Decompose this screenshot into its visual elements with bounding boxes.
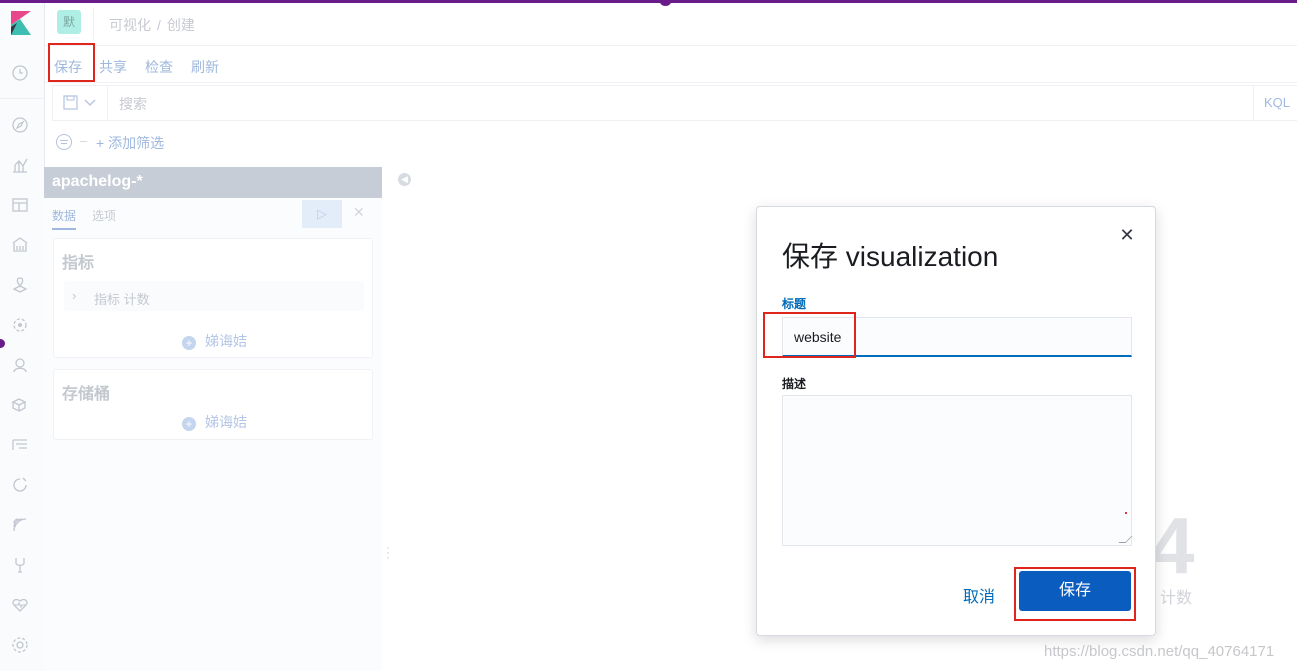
- header-divider: [93, 7, 94, 39]
- menu-share[interactable]: 共享: [99, 57, 127, 77]
- tab-data[interactable]: 数据: [52, 207, 77, 230]
- infrastructure-icon[interactable]: [11, 396, 29, 414]
- buckets-title: 存储桶: [62, 386, 111, 403]
- filter-options-icon[interactable]: [56, 134, 72, 150]
- save-disk-icon: [63, 95, 96, 110]
- vis-editor-sidebar: apachelog-* 数据 选项 ▷ ✕ 指标 › 指标 计数 + 娣诲姞 存储…: [44, 167, 382, 671]
- close-icon[interactable]: ✕: [1119, 226, 1135, 244]
- cancel-button[interactable]: 取消: [963, 583, 995, 607]
- description-field-label: 描述: [782, 377, 807, 391]
- clock-icon[interactable]: [11, 64, 29, 82]
- nav-divider: [0, 98, 45, 99]
- metric-value: 4: [1150, 501, 1195, 590]
- query-bar-divider: [107, 86, 108, 120]
- breadcrumb: 可视化 / 创建: [109, 15, 201, 35]
- spellcheck-mark: [1125, 512, 1127, 514]
- kql-toggle[interactable]: KQL: [1253, 86, 1297, 120]
- add-bucket-label: 娣诲姞: [205, 414, 247, 430]
- editor-tabs: 数据 选项 ▷ ✕: [44, 198, 382, 230]
- breadcrumb-separator: /: [157, 17, 161, 33]
- chevron-left-icon[interactable]: ◀: [398, 173, 411, 186]
- maps-icon[interactable]: [11, 276, 29, 294]
- save-visualization-modal: ✕ 保存 visualization 标题 website 描述 取消 保存: [756, 206, 1156, 636]
- menu-refresh[interactable]: 刷新: [191, 57, 219, 77]
- apply-changes-button[interactable]: ▷: [302, 200, 342, 228]
- dev-tools-icon[interactable]: [11, 556, 29, 574]
- dashboard-icon[interactable]: [11, 196, 29, 214]
- highlight-box-title: [763, 312, 856, 358]
- add-metric-button[interactable]: + 娣诲姞: [182, 331, 247, 351]
- title-field-label: 标题: [782, 297, 807, 311]
- description-field[interactable]: [782, 395, 1133, 546]
- add-bucket-button[interactable]: + 娣诲姞: [182, 412, 247, 432]
- top-menu: 保存 共享 检查 刷新: [45, 43, 1297, 83]
- monitoring-icon[interactable]: [11, 596, 29, 614]
- close-icon: ✕: [353, 204, 365, 220]
- plus-circle-icon: +: [182, 336, 196, 350]
- search-input[interactable]: 搜索: [119, 94, 147, 114]
- resize-handle[interactable]: · · ·: [386, 541, 390, 563]
- metric-item-label: 指标 计数: [94, 292, 150, 307]
- index-pattern-title: apachelog-*: [44, 167, 382, 198]
- ml-icon[interactable]: [11, 316, 29, 334]
- chevron-right-icon[interactable]: ›: [72, 288, 76, 303]
- modal-title: 保存 visualization: [782, 241, 999, 272]
- breadcrumb-visualize[interactable]: 可视化: [109, 17, 151, 33]
- visualize-icon[interactable]: [11, 156, 29, 174]
- buckets-section: 存储桶 + 娣诲姞: [53, 369, 373, 440]
- play-icon: ▷: [317, 206, 327, 221]
- metric-label: 计数: [1160, 590, 1193, 607]
- menu-inspect[interactable]: 检查: [145, 57, 173, 77]
- gear-icon[interactable]: [11, 636, 29, 654]
- breadcrumb-create: 创建: [166, 17, 195, 33]
- metrics-title: 指标: [62, 255, 95, 272]
- filter-separator: –: [80, 133, 88, 148]
- app-header: 默 可视化 / 创建: [45, 3, 1297, 46]
- kibana-logo[interactable]: [11, 11, 31, 35]
- query-bar: 搜索 KQL: [52, 85, 1297, 121]
- add-filter-button[interactable]: + 添加筛选: [96, 133, 164, 153]
- apm-icon[interactable]: [11, 476, 29, 494]
- plus-circle-icon: +: [182, 417, 196, 431]
- highlight-box-menu-save: [48, 43, 95, 82]
- side-nav: [0, 3, 45, 671]
- highlight-box-save: [1014, 567, 1136, 621]
- logs-icon[interactable]: [11, 436, 29, 454]
- watermark: https://blog.csdn.net/qq_40764171: [1044, 643, 1275, 660]
- canvas-icon[interactable]: [11, 236, 29, 254]
- saved-queries-button[interactable]: [61, 94, 101, 112]
- compass-icon[interactable]: [11, 116, 29, 134]
- uptime-icon[interactable]: [11, 516, 29, 534]
- user-icon[interactable]: [11, 356, 29, 374]
- add-metric-label: 娣诲姞: [205, 333, 247, 349]
- tab-options[interactable]: 选项: [92, 207, 116, 224]
- discard-changes-button[interactable]: ✕: [353, 204, 365, 221]
- resize-grip-icon[interactable]: [1118, 536, 1133, 543]
- metric-item[interactable]: › 指标 计数: [64, 281, 364, 311]
- app-root: 默 可视化 / 创建 保存 共享 检查 刷新 搜索 KQL – + 添加筛选 a…: [0, 0, 1297, 671]
- space-avatar[interactable]: 默: [57, 10, 81, 34]
- metrics-section: 指标 › 指标 计数 + 娣诲姞: [53, 238, 373, 358]
